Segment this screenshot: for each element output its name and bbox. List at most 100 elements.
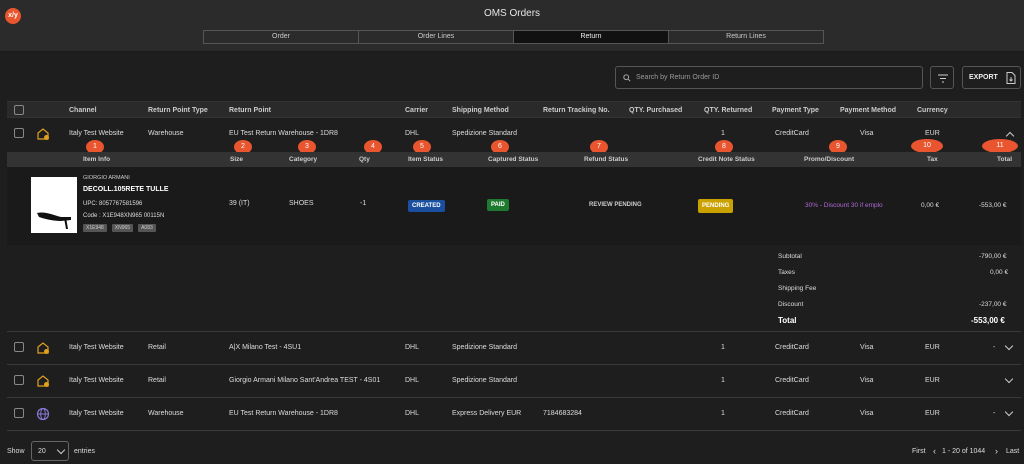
summary-subtotal-value: -790,00 € (979, 253, 1007, 260)
entries-label: entries (74, 448, 96, 455)
page-size-select[interactable]: 20 (31, 441, 69, 461)
item-detail-row: GIORGIO ARMANI DECOLL.105RETE TULLE UPC:… (7, 167, 1021, 245)
cell-return-point-type: Warehouse (148, 410, 184, 417)
refund-status: REVIEW PENDING (589, 202, 642, 208)
col-qty-returned[interactable]: QTY. Returned (704, 107, 752, 114)
col-return-point[interactable]: Return Point (229, 107, 271, 114)
cell-currency: EUR (925, 130, 940, 137)
col-channel[interactable]: Channel (69, 107, 97, 114)
item-tax: 0,00 € (921, 202, 940, 209)
cell-qty-returned: 1 (721, 377, 725, 384)
filter-icon (938, 74, 948, 83)
cell-carrier: DHL (405, 344, 420, 351)
tab-order[interactable]: Order (204, 31, 359, 43)
export-label: EXPORT (969, 74, 998, 81)
tab-return[interactable]: Return (514, 31, 669, 43)
row-checkbox[interactable] (14, 128, 24, 138)
col-return-tracking[interactable]: Return Tracking No. (543, 107, 610, 114)
summary-subtotal-label: Subtotal (778, 253, 802, 260)
chevron-down-icon[interactable] (1004, 341, 1014, 351)
sub-col-item-info: Item Info (83, 156, 111, 163)
col-payment-method[interactable]: Payment Method (840, 107, 896, 114)
cell-return-point: EU Test Return Warehouse - 1DR8 (229, 130, 338, 137)
select-all-checkbox[interactable] (14, 105, 24, 115)
summary-total-value: -553,00 € (971, 316, 1005, 325)
row-checkbox[interactable] (14, 408, 24, 418)
cell-payment-type: CreditCard (775, 130, 809, 137)
summary-discount-label: Discount (778, 301, 804, 308)
cell-qty-returned: 1 (721, 344, 725, 351)
cell-channel: Italy Test Website (69, 410, 124, 417)
col-carrier[interactable]: Carrier (405, 107, 428, 114)
tab-order-lines[interactable]: Order Lines (359, 31, 514, 43)
tab-return-lines[interactable]: Return Lines (669, 31, 823, 43)
item-chips: X1E948 XN965 A083 (83, 224, 161, 232)
page-range: 1 - 20 of 1044 (942, 448, 986, 455)
table-row[interactable]: Italy Test Website Warehouse EU Test Ret… (7, 398, 1021, 431)
marker-11: 11 (982, 139, 1018, 153)
product-image[interactable] (31, 177, 77, 233)
cell-currency: EUR (925, 410, 940, 417)
filter-button[interactable] (930, 66, 954, 89)
cell-channel: Italy Test Website (69, 130, 124, 137)
item-total: -553,00 € (979, 202, 1007, 209)
cell-return-point: Giorgio Armani Milano Sant'Andrea TEST -… (229, 377, 381, 384)
next-page-icon[interactable]: › (995, 446, 998, 456)
export-button[interactable]: EXPORT (962, 66, 1021, 89)
sub-col-total: Total (997, 156, 1013, 163)
col-qty-purchased[interactable]: QTY. Purchased (629, 107, 682, 114)
sub-col-tax: Tax (927, 156, 938, 163)
cell-carrier: DHL (405, 377, 420, 384)
cell-return-tracking[interactable]: 7184683284 (543, 410, 582, 417)
chevron-down-icon[interactable] (1004, 407, 1014, 417)
item-upc: UPC: 8057767581596 (83, 201, 143, 207)
table-row[interactable]: Italy Test Website Warehouse EU Test Ret… (7, 118, 1021, 154)
chevron-down-icon[interactable] (1004, 374, 1014, 384)
last-page-link[interactable]: Last (1006, 448, 1019, 455)
pagination-footer: Show 20 entries First ‹ 1 - 20 of 1044 ›… (0, 436, 1024, 464)
cell-payment-type: CreditCard (775, 410, 809, 417)
col-payment-type[interactable]: Payment Type (772, 107, 819, 114)
search-input[interactable]: Search by Return Order ID (615, 66, 923, 89)
cell-return-point-type: Retail (148, 377, 166, 384)
cell-shipping-method: Spedizione Standard (452, 377, 517, 384)
sub-col-promo-discount: Promo/Discount (804, 156, 855, 163)
row-checkbox[interactable] (14, 375, 24, 385)
sub-col-size: Size (230, 156, 244, 163)
cell-carrier: DHL (405, 410, 420, 417)
cell-return-point: EU Test Return Warehouse - 1DR8 (229, 410, 338, 417)
row-checkbox[interactable] (14, 342, 24, 352)
cell-shipping-method: Spedizione Standard (452, 344, 517, 351)
col-return-point-type[interactable]: Return Point Type (148, 107, 208, 114)
item-name: DECOLL.105RETE TULLE (83, 186, 169, 193)
table-row[interactable]: Italy Test Website Retail A|X Milano Tes… (7, 332, 1021, 365)
sub-col-refund-status: Refund Status (584, 156, 629, 163)
globe-icon (36, 407, 50, 421)
page-title: OMS Orders (483, 8, 541, 19)
store-return-icon (37, 342, 49, 354)
table-header: Channel Return Point Type Return Point C… (7, 101, 1021, 118)
search-icon (623, 74, 631, 82)
sub-col-captured-status: Captured Status (488, 156, 539, 163)
first-page-link[interactable]: First (912, 448, 926, 455)
cell-qty-returned: 1 (721, 130, 725, 137)
cell-return-point-type: Warehouse (148, 130, 184, 137)
sub-col-item-status: Item Status (408, 156, 444, 163)
row-dash: - (993, 410, 996, 417)
show-label: Show (7, 448, 25, 455)
credit-note-status-badge: PENDING (698, 199, 734, 213)
order-summary: Subtotal -790,00 € Taxes 0,00 € Shipping… (7, 245, 1021, 332)
cell-payment-type: CreditCard (775, 344, 809, 351)
prev-page-icon[interactable]: ‹ (933, 446, 936, 456)
file-export-icon (1006, 72, 1016, 84)
col-shipping-method[interactable]: Shipping Method (452, 107, 509, 114)
item-qty: -1 (360, 200, 367, 207)
sub-col-category: Category (289, 156, 318, 163)
tab-bar: Order Order Lines Return Return Lines (203, 30, 824, 44)
table-row[interactable]: Italy Test Website Retail Giorgio Armani… (7, 365, 1021, 398)
captured-status-badge: PAID (487, 199, 509, 211)
shoe-icon (37, 212, 71, 229)
col-currency[interactable]: Currency (917, 107, 948, 114)
cell-payment-method: Visa (860, 410, 874, 417)
cell-payment-method: Visa (860, 377, 874, 384)
